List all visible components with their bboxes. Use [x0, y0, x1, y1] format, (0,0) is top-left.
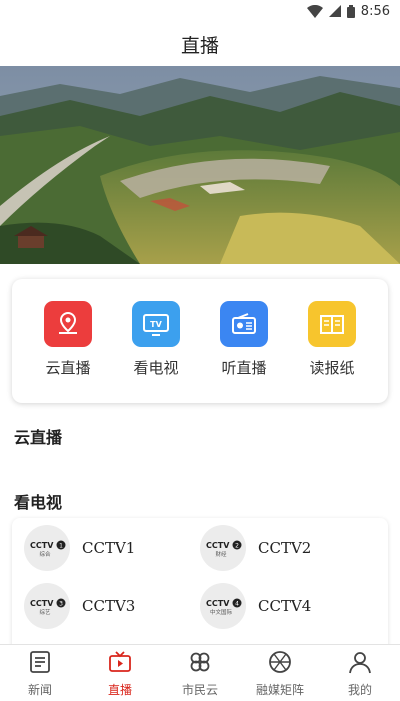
svg-text:2: 2 [235, 543, 239, 550]
svg-text:CCTV: CCTV [30, 541, 54, 550]
banner-image[interactable] [0, 66, 400, 264]
channel-item-cctv2[interactable]: CCTV 2 财经 CCTV2 [200, 524, 370, 572]
svg-text:CCTV: CCTV [206, 599, 230, 608]
nav-item-live[interactable]: 直播 [80, 645, 160, 701]
bottom-nav: 新闻 直播 市民云 融媒矩阵 我的 [0, 644, 400, 701]
tv-icon: TV [132, 301, 180, 347]
page-title: 直播 [180, 34, 219, 57]
svg-text:CCTV: CCTV [206, 541, 230, 550]
clover-icon [187, 649, 213, 679]
svg-text:4: 4 [235, 601, 239, 608]
battery-icon [346, 4, 355, 18]
channel-name: CCTV1 [82, 539, 136, 557]
channel-name: CCTV4 [258, 597, 312, 615]
section-title-watch-tv: 看电视 [14, 493, 63, 512]
entry-label: 听直播 [221, 359, 267, 377]
svg-text:综艺: 综艺 [39, 608, 51, 616]
svg-text:TV: TV [150, 320, 162, 329]
entry-listen-live[interactable]: 听直播 [204, 301, 284, 391]
section-title-cloud-live: 云直播 [14, 428, 63, 447]
nav-label: 市民云 [181, 683, 218, 697]
nav-label: 直播 [107, 683, 132, 697]
svg-text:中文国际: 中文国际 [210, 608, 233, 616]
svg-text:财经: 财经 [215, 550, 227, 558]
nav-label: 我的 [347, 683, 372, 697]
entry-label: 看电视 [133, 359, 179, 377]
nav-item-news[interactable]: 新闻 [0, 645, 80, 701]
media-matrix-icon [267, 649, 293, 679]
channel-list: CCTV 1 综合 CCTV1 CCTV 2 财经 CCTV2 CCTV 3 综艺 CCTV… [12, 518, 388, 658]
cctv-logo-icon: CCTV 3 综艺 [24, 583, 70, 629]
news-icon [27, 649, 53, 679]
channel-item-cctv1[interactable]: CCTV 1 综合 CCTV1 [24, 524, 194, 572]
cctv-logo-icon: CCTV 1 综合 [24, 525, 70, 571]
newspaper-icon [308, 301, 356, 347]
entry-label: 读报纸 [309, 359, 355, 377]
radio-icon [220, 301, 268, 347]
live-entry-card: 云直播 TV 看电视 听直播 读报纸 [12, 279, 388, 403]
entry-watch-tv[interactable]: TV 看电视 [116, 301, 196, 391]
map-pin-icon [44, 301, 92, 347]
channel-name: CCTV2 [258, 539, 312, 557]
svg-text:3: 3 [59, 601, 63, 608]
entry-label: 云直播 [45, 359, 91, 377]
nav-item-media-matrix[interactable]: 融媒矩阵 [240, 645, 320, 701]
entry-read-newspaper[interactable]: 读报纸 [292, 301, 372, 391]
nav-label: 新闻 [27, 683, 52, 697]
svg-text:1: 1 [59, 543, 63, 550]
status-bar: 8:56 [0, 0, 400, 22]
wifi-icon [306, 4, 323, 18]
cctv-logo-icon: CCTV 4 中文国际 [200, 583, 246, 629]
status-time: 8:56 [360, 3, 390, 19]
entry-cloud-live[interactable]: 云直播 [28, 301, 108, 391]
nav-item-mine[interactable]: 我的 [320, 645, 400, 701]
channel-item-cctv3[interactable]: CCTV 3 综艺 CCTV3 [24, 582, 194, 630]
live-tv-icon [107, 649, 133, 679]
channel-item-cctv4[interactable]: CCTV 4 中文国际 CCTV4 [200, 582, 370, 630]
person-icon [347, 649, 373, 679]
cctv-logo-icon: CCTV 2 财经 [200, 525, 246, 571]
channel-name: CCTV3 [82, 597, 136, 615]
signal-icon [328, 5, 341, 17]
nav-item-citizen-cloud[interactable]: 市民云 [160, 645, 240, 701]
nav-label: 融媒矩阵 [255, 683, 304, 697]
svg-text:CCTV: CCTV [30, 599, 54, 608]
svg-text:综合: 综合 [39, 550, 51, 558]
